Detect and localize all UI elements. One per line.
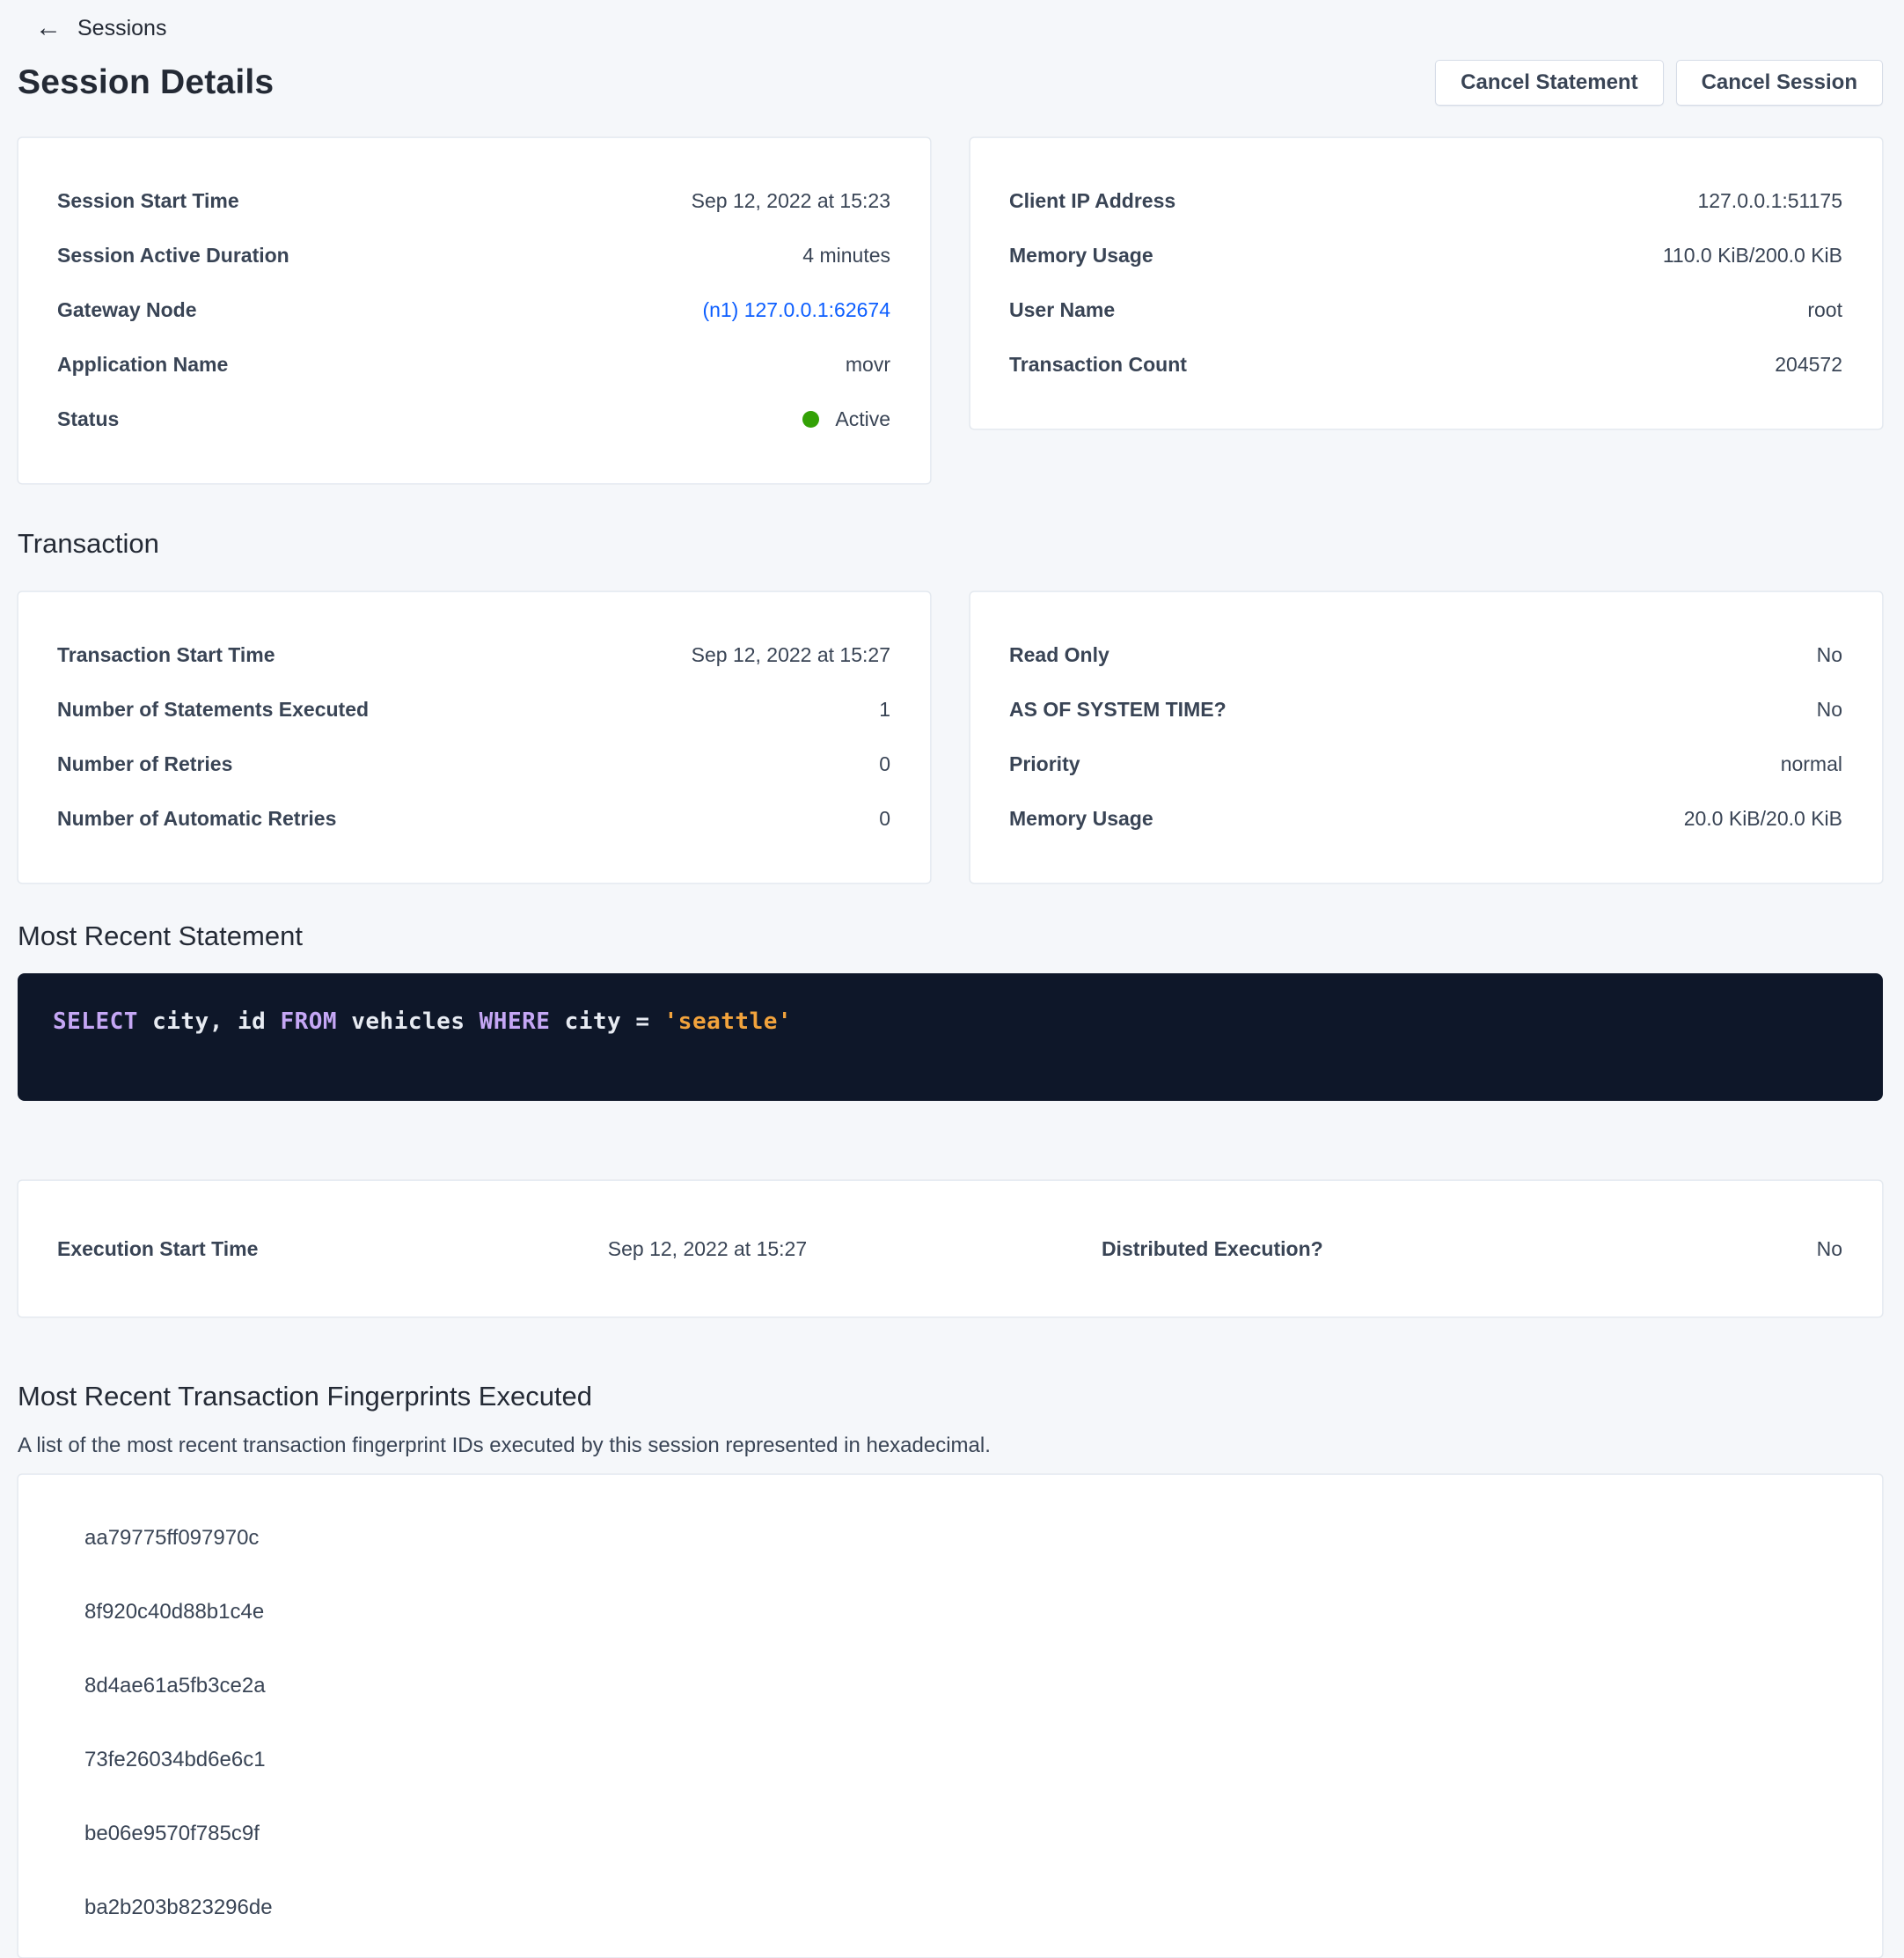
status-badge: Active <box>802 407 890 431</box>
row-label: Status <box>57 407 119 431</box>
page-header: Session Details Cancel Statement Cancel … <box>18 60 1883 106</box>
status-text: Active <box>835 407 890 431</box>
fingerprint-item: 73fe26034bd6e6c1 <box>84 1723 1843 1797</box>
row-value: 204572 <box>1775 353 1842 377</box>
row-value: 0 <box>879 807 890 831</box>
transaction-properties-card: Read Only No AS OF SYSTEM TIME? No Prior… <box>970 591 1883 884</box>
distributed-execution-value: No <box>1494 1237 1842 1261</box>
client-summary-card: Client IP Address 127.0.0.1:51175 Memory… <box>970 137 1883 429</box>
breadcrumb[interactable]: ← Sessions <box>18 11 1883 46</box>
read-only-row: Read Only No <box>1009 627 1842 682</box>
fingerprints-section-heading: Most Recent Transaction Fingerprints Exe… <box>18 1381 1883 1412</box>
statement-section-heading: Most Recent Statement <box>18 920 1883 952</box>
session-active-duration-row: Session Active Duration 4 minutes <box>57 228 890 282</box>
session-details-page: ← Sessions Session Details Cancel Statem… <box>0 0 1904 1958</box>
as-of-system-time-row: AS OF SYSTEM TIME? No <box>1009 682 1842 737</box>
priority-row: Priority normal <box>1009 737 1842 791</box>
row-value: 4 minutes <box>802 244 890 268</box>
row-label: Read Only <box>1009 643 1109 667</box>
breadcrumb-sessions-link[interactable]: Sessions <box>77 16 166 41</box>
execution-start-time-value: Sep 12, 2022 at 15:27 <box>593 1237 807 1261</box>
row-label: Gateway Node <box>57 298 197 322</box>
statements-executed-row: Number of Statements Executed 1 <box>57 682 890 737</box>
client-ip-row: Client IP Address 127.0.0.1:51175 <box>1009 173 1842 228</box>
application-name-row: Application Name movr <box>57 337 890 392</box>
row-value: root <box>1807 298 1842 322</box>
retries-row: Number of Retries 0 <box>57 737 890 791</box>
fingerprint-item: be06e9570f785c9f <box>84 1797 1843 1871</box>
cancel-session-button[interactable]: Cancel Session <box>1676 60 1883 106</box>
transaction-start-time-row: Transaction Start Time Sep 12, 2022 at 1… <box>57 627 890 682</box>
row-label: Number of Retries <box>57 752 232 776</box>
row-value: movr <box>846 353 890 377</box>
session-summary-card: Session Start Time Sep 12, 2022 at 15:23… <box>18 137 931 484</box>
row-label: Memory Usage <box>1009 807 1153 831</box>
header-actions: Cancel Statement Cancel Session <box>1435 60 1883 106</box>
row-value: normal <box>1781 752 1842 776</box>
sql-text: city, id <box>138 1008 281 1035</box>
row-label: Application Name <box>57 353 228 377</box>
sql-keyword: SELECT <box>53 1008 138 1035</box>
row-label: Client IP Address <box>1009 189 1175 213</box>
transaction-detail-card: Transaction Start Time Sep 12, 2022 at 1… <box>18 591 931 884</box>
row-label: Memory Usage <box>1009 244 1153 268</box>
fingerprint-item: 8f920c40d88b1c4e <box>84 1575 1843 1649</box>
row-value: 0 <box>879 752 890 776</box>
transaction-memory-usage-row: Memory Usage 20.0 KiB/20.0 KiB <box>1009 791 1842 846</box>
memory-usage-row: Memory Usage 110.0 KiB/200.0 KiB <box>1009 228 1842 282</box>
transaction-section-heading: Transaction <box>18 528 1883 560</box>
row-label: AS OF SYSTEM TIME? <box>1009 698 1227 722</box>
transaction-count-row: Transaction Count 204572 <box>1009 337 1842 392</box>
sql-text: vehicles <box>337 1008 480 1035</box>
row-label: Priority <box>1009 752 1080 776</box>
execution-start-time-label: Execution Start Time <box>57 1237 593 1261</box>
row-label: Session Start Time <box>57 189 239 213</box>
row-value: Sep 12, 2022 at 15:23 <box>692 189 890 213</box>
execution-card: Execution Start Time Sep 12, 2022 at 15:… <box>18 1180 1883 1317</box>
row-label: Transaction Start Time <box>57 643 275 667</box>
row-label: Transaction Count <box>1009 353 1187 377</box>
fingerprints-card: aa79775ff097970c 8f920c40d88b1c4e 8d4ae6… <box>18 1474 1883 1958</box>
row-label: Session Active Duration <box>57 244 289 268</box>
sql-string-literal: 'seattle' <box>664 1008 792 1035</box>
gateway-node-link[interactable]: (n1) 127.0.0.1:62674 <box>702 298 890 322</box>
row-value: No <box>1817 698 1842 722</box>
session-start-time-row: Session Start Time Sep 12, 2022 at 15:23 <box>57 173 890 228</box>
row-label: Number of Automatic Retries <box>57 807 336 831</box>
fingerprint-item: aa79775ff097970c <box>84 1501 1843 1575</box>
row-label: Number of Statements Executed <box>57 698 369 722</box>
sql-keyword: FROM <box>280 1008 337 1035</box>
row-value: 110.0 KiB/200.0 KiB <box>1663 244 1842 268</box>
cancel-statement-button[interactable]: Cancel Statement <box>1435 60 1663 106</box>
row-value: 1 <box>879 698 890 722</box>
status-row: Status Active <box>57 392 890 446</box>
row-value: 20.0 KiB/20.0 KiB <box>1684 807 1842 831</box>
transaction-cards: Transaction Start Time Sep 12, 2022 at 1… <box>18 591 1883 884</box>
page-title: Session Details <box>18 63 274 102</box>
gateway-node-row: Gateway Node (n1) 127.0.0.1:62674 <box>57 282 890 337</box>
fingerprint-item: 8d4ae61a5fb3ce2a <box>84 1649 1843 1723</box>
sql-statement-box: SELECT city, id FROM vehicles WHERE city… <box>18 973 1883 1101</box>
fingerprint-item: ba2b203b823296de <box>84 1871 1843 1945</box>
sql-keyword: WHERE <box>480 1008 551 1035</box>
fingerprints-description: A list of the most recent transaction fi… <box>18 1434 1883 1458</box>
sql-text: city = <box>550 1008 663 1035</box>
row-label: User Name <box>1009 298 1115 322</box>
row-value: Sep 12, 2022 at 15:27 <box>692 643 890 667</box>
row-value: 127.0.0.1:51175 <box>1697 189 1842 213</box>
back-arrow-icon[interactable]: ← <box>35 15 62 41</box>
active-status-dot-icon <box>802 411 819 428</box>
distributed-execution-label: Distributed Execution? <box>1102 1237 1494 1261</box>
automatic-retries-row: Number of Automatic Retries 0 <box>57 791 890 846</box>
user-name-row: User Name root <box>1009 282 1842 337</box>
row-value: No <box>1817 643 1842 667</box>
summary-cards: Session Start Time Sep 12, 2022 at 15:23… <box>18 137 1883 484</box>
